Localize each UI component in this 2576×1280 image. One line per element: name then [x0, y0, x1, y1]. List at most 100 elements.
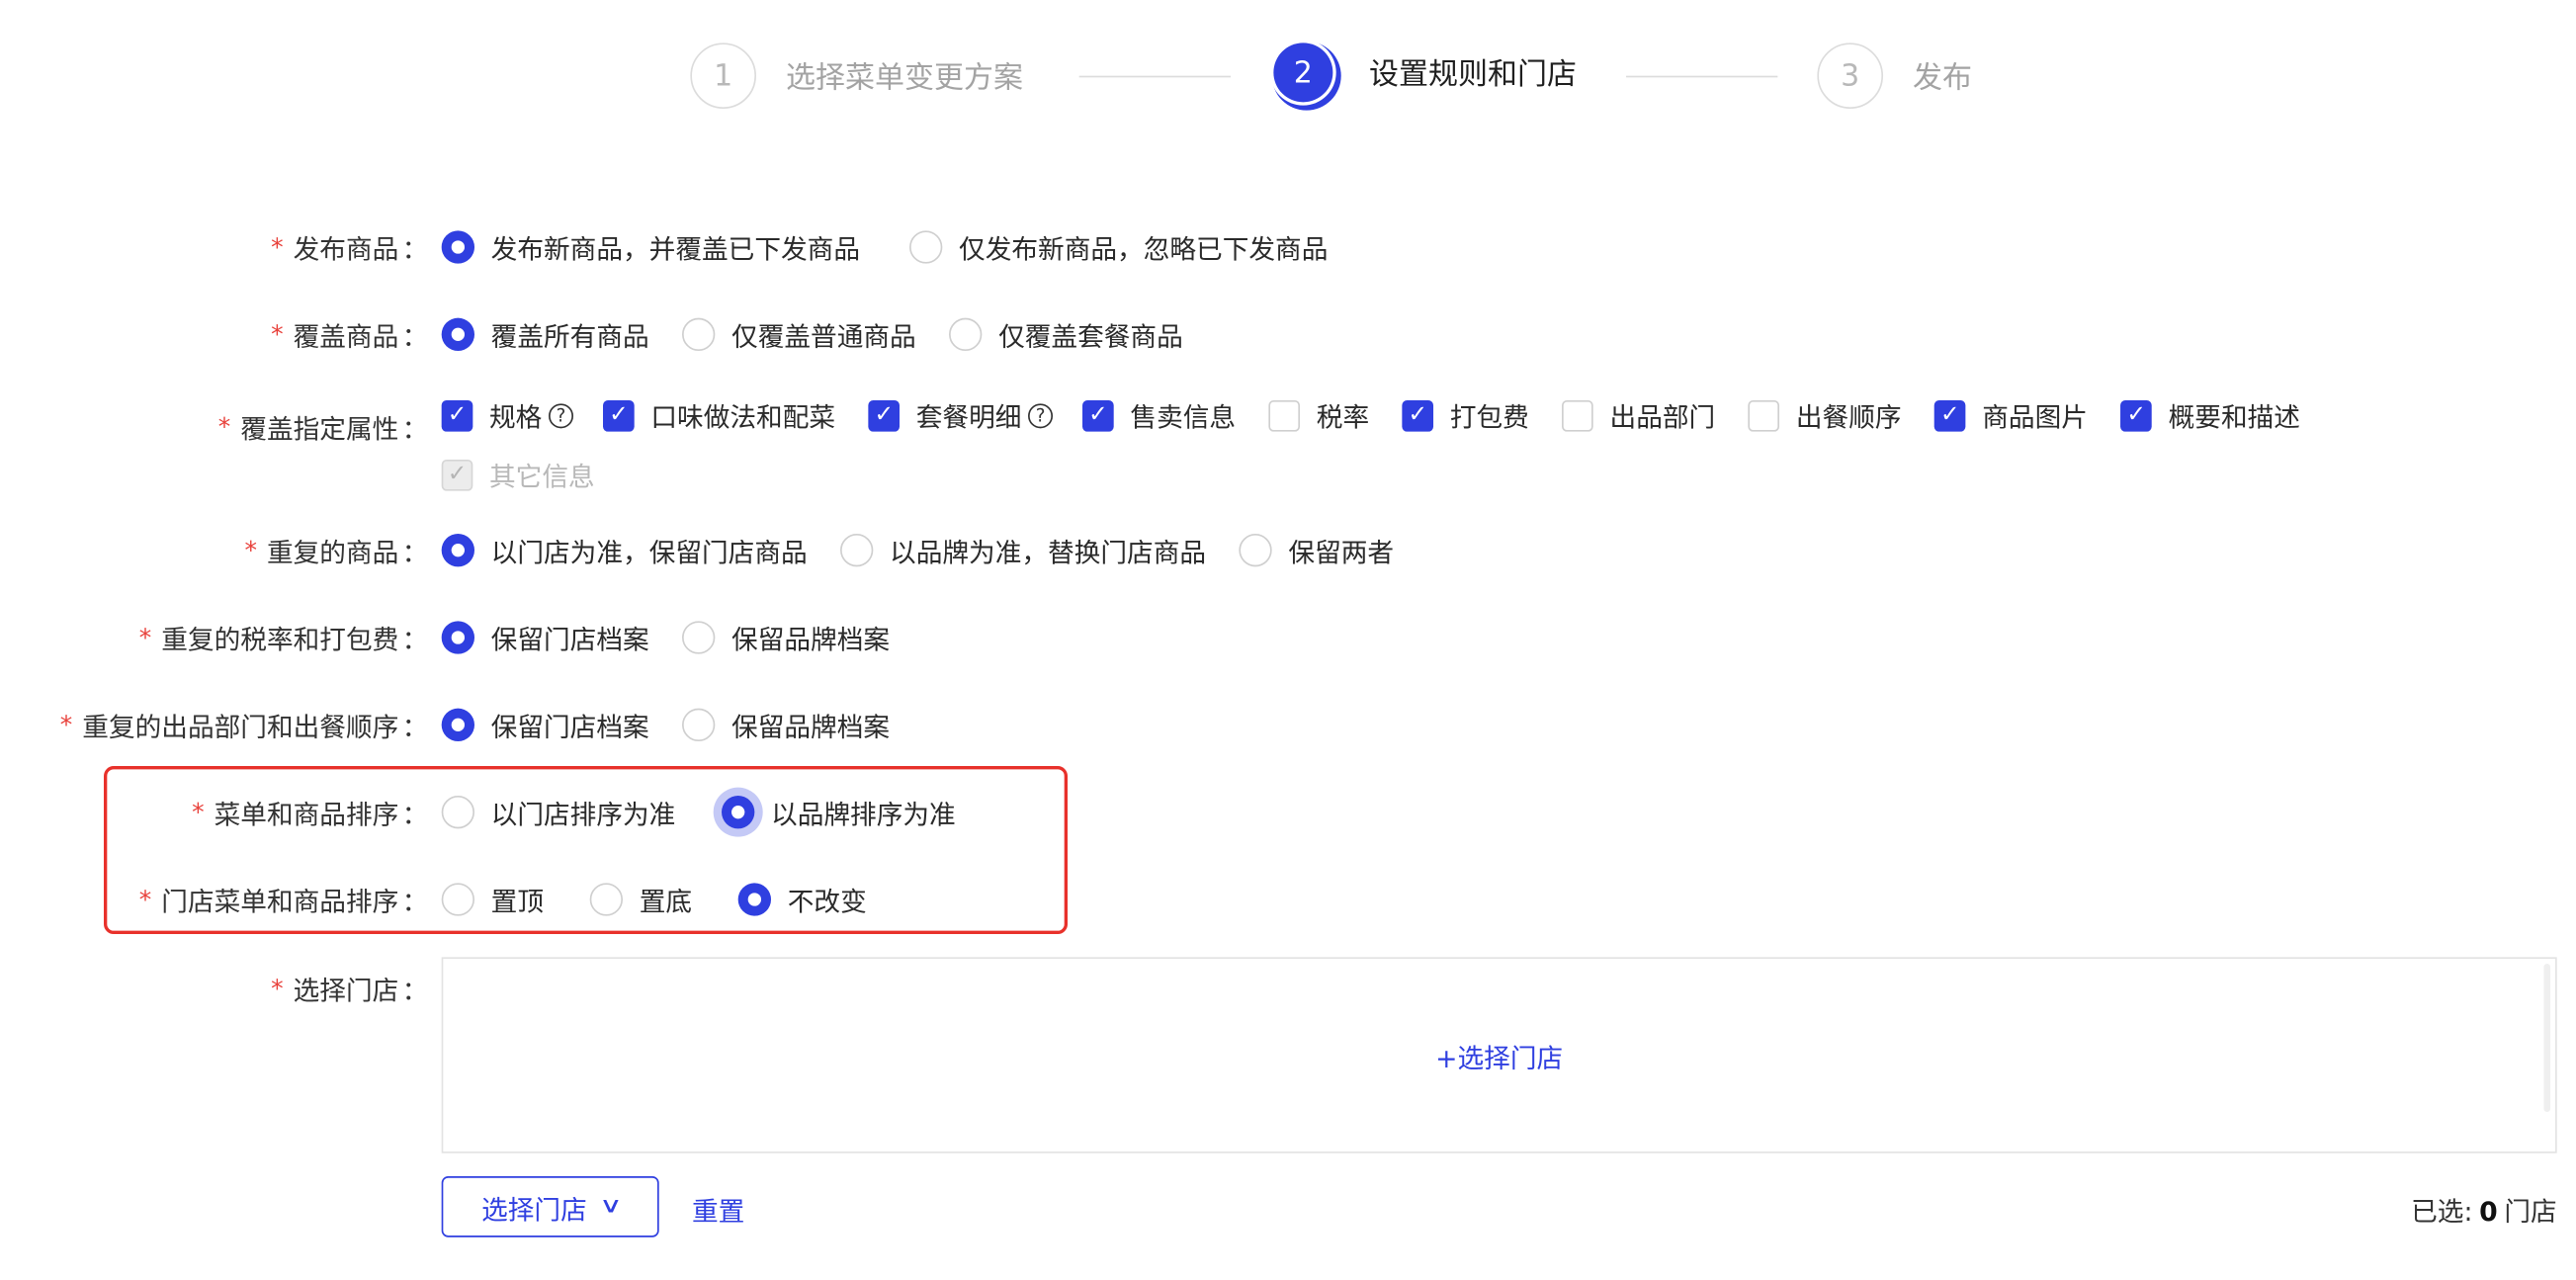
radio-button[interactable]: [589, 883, 624, 916]
radio-group-cover: 覆盖所有商品 仅覆盖普通商品 仅覆盖套餐商品: [441, 314, 1216, 354]
checkbox-group-attrs-other: ✓ 其它信息: [441, 455, 628, 494]
label-cover: * 覆盖商品：: [271, 319, 429, 353]
radio-cover-combo[interactable]: 仅覆盖套餐商品: [949, 314, 1183, 354]
radio-button[interactable]: [949, 317, 983, 352]
scrollbar[interactable]: [2543, 964, 2551, 1113]
step-connector-2: [1626, 75, 1778, 78]
radio-dup-brand[interactable]: 以品牌为准，替换门店商品: [840, 531, 1206, 570]
step-3-number: 3: [1817, 43, 1884, 110]
checkbox: ✓: [441, 459, 473, 490]
checkbox-sale-info[interactable]: ✓ 售卖信息: [1082, 395, 1236, 435]
checkbox[interactable]: ✓: [1082, 399, 1114, 431]
step-3[interactable]: 3 发布: [1817, 43, 1973, 110]
label-publish: * 发布商品：: [271, 232, 429, 266]
radio-store-sort-top[interactable]: 置顶: [441, 880, 544, 919]
page: 1 选择菜单变更方案 2 设置规则和门店 3 发布 * 发布商品： 发布新商品，并…: [0, 0, 2576, 1280]
checkbox[interactable]: ✓: [2120, 399, 2152, 431]
radio-button[interactable]: [441, 534, 475, 567]
row-tax: * 重复的税率和打包费： 保留门店档案 保留品牌档案: [0, 621, 2576, 655]
checkbox[interactable]: [1268, 399, 1301, 431]
radio-dept-store[interactable]: 保留门店档案: [441, 705, 649, 744]
step-1[interactable]: 1 选择菜单变更方案: [690, 43, 1024, 110]
radio-button[interactable]: [441, 230, 475, 264]
checkbox[interactable]: [1562, 399, 1593, 431]
radio-group-publish: 发布新商品，并覆盖已下发商品 仅发布新商品，忽略已下发商品: [441, 227, 1361, 267]
checkbox-dept[interactable]: 出品部门: [1562, 395, 1715, 435]
radio-store-sort-bottom[interactable]: 置底: [589, 880, 692, 919]
radio-group-store-sort: 置顶 置底 不改变: [441, 880, 900, 919]
add-store-link[interactable]: +选择门店: [1435, 1036, 1563, 1075]
radio-group-dept: 保留门店档案 保留品牌档案: [441, 705, 923, 744]
checkbox[interactable]: ✓: [868, 399, 901, 431]
radio-button[interactable]: [909, 230, 943, 264]
checkbox-group-attrs: ✓ 规格? ✓ 口味做法和配菜 ✓ 套餐明细? ✓ 售卖信息 税率 ✓ 打包费 出品部门 …: [441, 395, 2334, 435]
step-1-label: 选择菜单变更方案: [786, 60, 1024, 96]
checkbox[interactable]: ✓: [1402, 399, 1434, 431]
label-tax: * 重复的税率和打包费：: [138, 623, 429, 656]
reset-link[interactable]: 重置: [692, 1189, 744, 1229]
radio-sort-store[interactable]: 以门店排序为准: [441, 793, 675, 832]
row-publish: * 发布商品： 发布新商品，并覆盖已下发商品 仅发布新商品，忽略已下发商品: [0, 230, 2576, 265]
checkbox-packing-fee[interactable]: ✓ 打包费: [1402, 395, 1529, 435]
radio-publish-overwrite[interactable]: 发布新商品，并覆盖已下发商品: [441, 227, 860, 267]
label-sort: * 菜单和商品排序：: [192, 797, 429, 831]
checkbox-other-info: ✓ 其它信息: [441, 455, 595, 494]
radio-cover-all[interactable]: 覆盖所有商品: [441, 314, 649, 354]
checkbox[interactable]: ✓: [441, 399, 473, 431]
step-2-number: 2: [1273, 43, 1333, 103]
radio-dup-both[interactable]: 保留两者: [1239, 531, 1394, 570]
checkbox-taste[interactable]: ✓ 口味做法和配菜: [603, 395, 835, 435]
step-2-label: 设置规则和门店: [1369, 57, 1578, 93]
row-dept: * 重复的出品部门和出餐顺序： 保留门店档案 保留品牌档案: [0, 708, 2576, 743]
radio-button[interactable]: [682, 708, 716, 742]
checkbox[interactable]: [1748, 399, 1780, 431]
row-sort: * 菜单和商品排序： 以门店排序为准 以品牌排序为准: [0, 796, 2576, 830]
step-connector-1: [1078, 75, 1232, 78]
radio-tax-store[interactable]: 保留门店档案: [441, 618, 649, 657]
radio-store-sort-unchanged[interactable]: 不改变: [737, 880, 867, 919]
step-3-label: 发布: [1913, 60, 1973, 96]
store-select-box[interactable]: +选择门店: [441, 957, 2557, 1153]
checkbox-image[interactable]: ✓ 商品图片: [1933, 395, 2088, 435]
radio-button[interactable]: [441, 317, 475, 352]
label-store-sort: * 门店菜单和商品排序：: [138, 885, 429, 918]
label-attrs: * 覆盖指定属性：: [217, 411, 429, 446]
chevron-down-icon: ∨: [599, 1194, 624, 1220]
radio-button[interactable]: [441, 796, 475, 829]
step-1-number: 1: [690, 43, 757, 110]
radio-dup-store[interactable]: 以门店为准，保留门店商品: [441, 531, 808, 570]
step-2[interactable]: 2 设置规则和门店: [1273, 43, 1578, 103]
radio-button[interactable]: [682, 621, 716, 654]
radio-dept-brand[interactable]: 保留品牌档案: [682, 705, 890, 744]
radio-button[interactable]: [682, 317, 716, 352]
radio-button[interactable]: [840, 534, 874, 567]
help-icon[interactable]: ?: [1028, 402, 1054, 428]
radio-button[interactable]: [441, 883, 475, 916]
checkbox[interactable]: ✓: [1933, 399, 1966, 431]
radio-group-sort: 以门店排序为准 以品牌排序为准: [441, 793, 988, 832]
checkbox-combo-detail[interactable]: ✓ 套餐明细?: [868, 395, 1054, 435]
help-icon[interactable]: ?: [549, 402, 574, 428]
row-attrs-other: ✓ 其它信息: [0, 458, 2576, 492]
select-store-button-label: 选择门店: [481, 1193, 587, 1226]
radio-button[interactable]: [722, 796, 755, 829]
checkbox-tax[interactable]: 税率: [1268, 395, 1369, 435]
radio-sort-brand[interactable]: 以品牌排序为准: [722, 793, 956, 832]
radio-button[interactable]: [441, 708, 475, 742]
row-attrs: * 覆盖指定属性： ✓ 规格? ✓ 口味做法和配菜 ✓ 套餐明细? ✓ 售卖信息 税率 ✓…: [0, 398, 2576, 445]
row-store-sort: * 门店菜单和商品排序： 置顶 置底 不改变: [0, 883, 2576, 917]
checkbox-spec[interactable]: ✓ 规格?: [441, 395, 574, 435]
radio-button[interactable]: [1239, 534, 1272, 567]
label-store: * 选择门店：: [271, 974, 429, 1007]
checkbox-desc[interactable]: ✓ 概要和描述: [2120, 395, 2300, 435]
steps-bar: 1 选择菜单变更方案 2 设置规则和门店 3 发布: [0, 43, 2576, 112]
checkbox-serve-order[interactable]: 出餐顺序: [1748, 395, 1902, 435]
radio-tax-brand[interactable]: 保留品牌档案: [682, 618, 890, 657]
radio-publish-new-only[interactable]: 仅发布新商品，忽略已下发商品: [909, 227, 1328, 267]
radio-button[interactable]: [441, 621, 475, 654]
radio-cover-normal[interactable]: 仅覆盖普通商品: [682, 314, 916, 354]
label-dup: * 重复的商品：: [244, 535, 429, 569]
checkbox[interactable]: ✓: [603, 399, 635, 431]
select-store-button[interactable]: 选择门店 ∨: [441, 1176, 659, 1237]
radio-button[interactable]: [737, 883, 772, 916]
